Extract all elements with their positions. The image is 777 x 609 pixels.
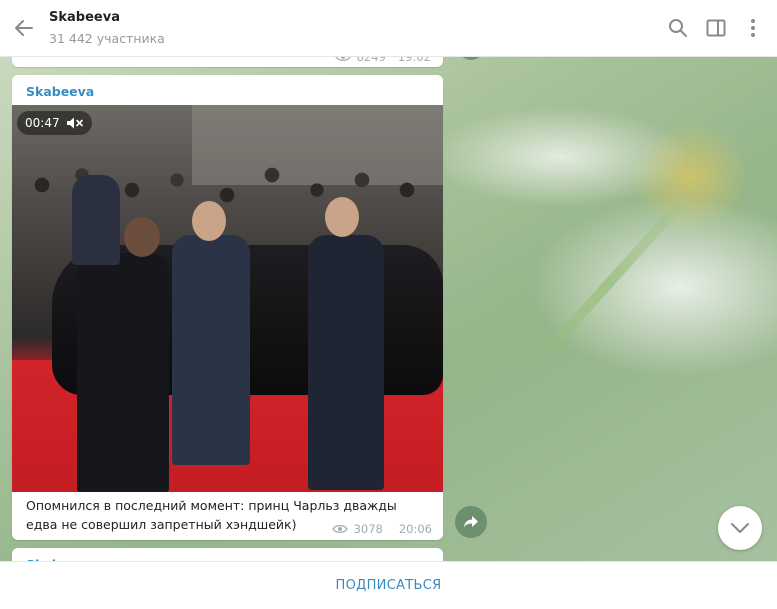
video-scene-person [172,235,250,465]
video-scene-head [192,201,226,241]
video-duration-badge[interactable]: 00:47 [17,111,92,135]
video-duration: 00:47 [25,116,60,130]
channel-message: Skabeeva 00:47 Опомнился в последний мом… [12,75,443,540]
sidebar-toggle-button[interactable] [704,16,728,40]
chat-title[interactable]: Skabeeva [49,10,120,25]
message-meta: 3078 20:06 [331,522,432,536]
video-scene-head [124,217,160,257]
chevron-down-icon [731,523,749,533]
message-time: 20:06 [398,522,432,536]
chat-header: Skabeeva 31 442 участника [0,0,777,57]
more-button[interactable] [741,16,765,40]
more-vertical-icon [751,19,755,37]
back-arrow-icon [15,20,33,36]
view-count: 3078 [353,522,383,536]
scroll-to-bottom-button[interactable] [718,506,762,550]
sidebar-toggle-icon [706,19,726,37]
search-icon [669,19,687,37]
eye-icon [331,524,348,534]
share-icon [464,516,478,528]
video-scene-person [77,253,169,492]
video-player[interactable]: 00:47 [12,105,443,492]
background-flower-stem [516,185,698,386]
share-button[interactable] [455,506,487,538]
back-button[interactable] [10,14,38,42]
channel-footer: ПОДПИСАТЬСЯ [0,561,777,609]
message-author[interactable]: Skabeeva [26,84,94,99]
search-button[interactable] [666,16,690,40]
video-scene-head [325,197,359,237]
video-scene-person [308,235,384,490]
subscribe-button[interactable]: ПОДПИСАТЬСЯ [336,578,442,593]
video-scene-person [72,175,120,265]
member-count: 31 442 участника [49,31,165,46]
muted-speaker-icon [66,117,83,129]
